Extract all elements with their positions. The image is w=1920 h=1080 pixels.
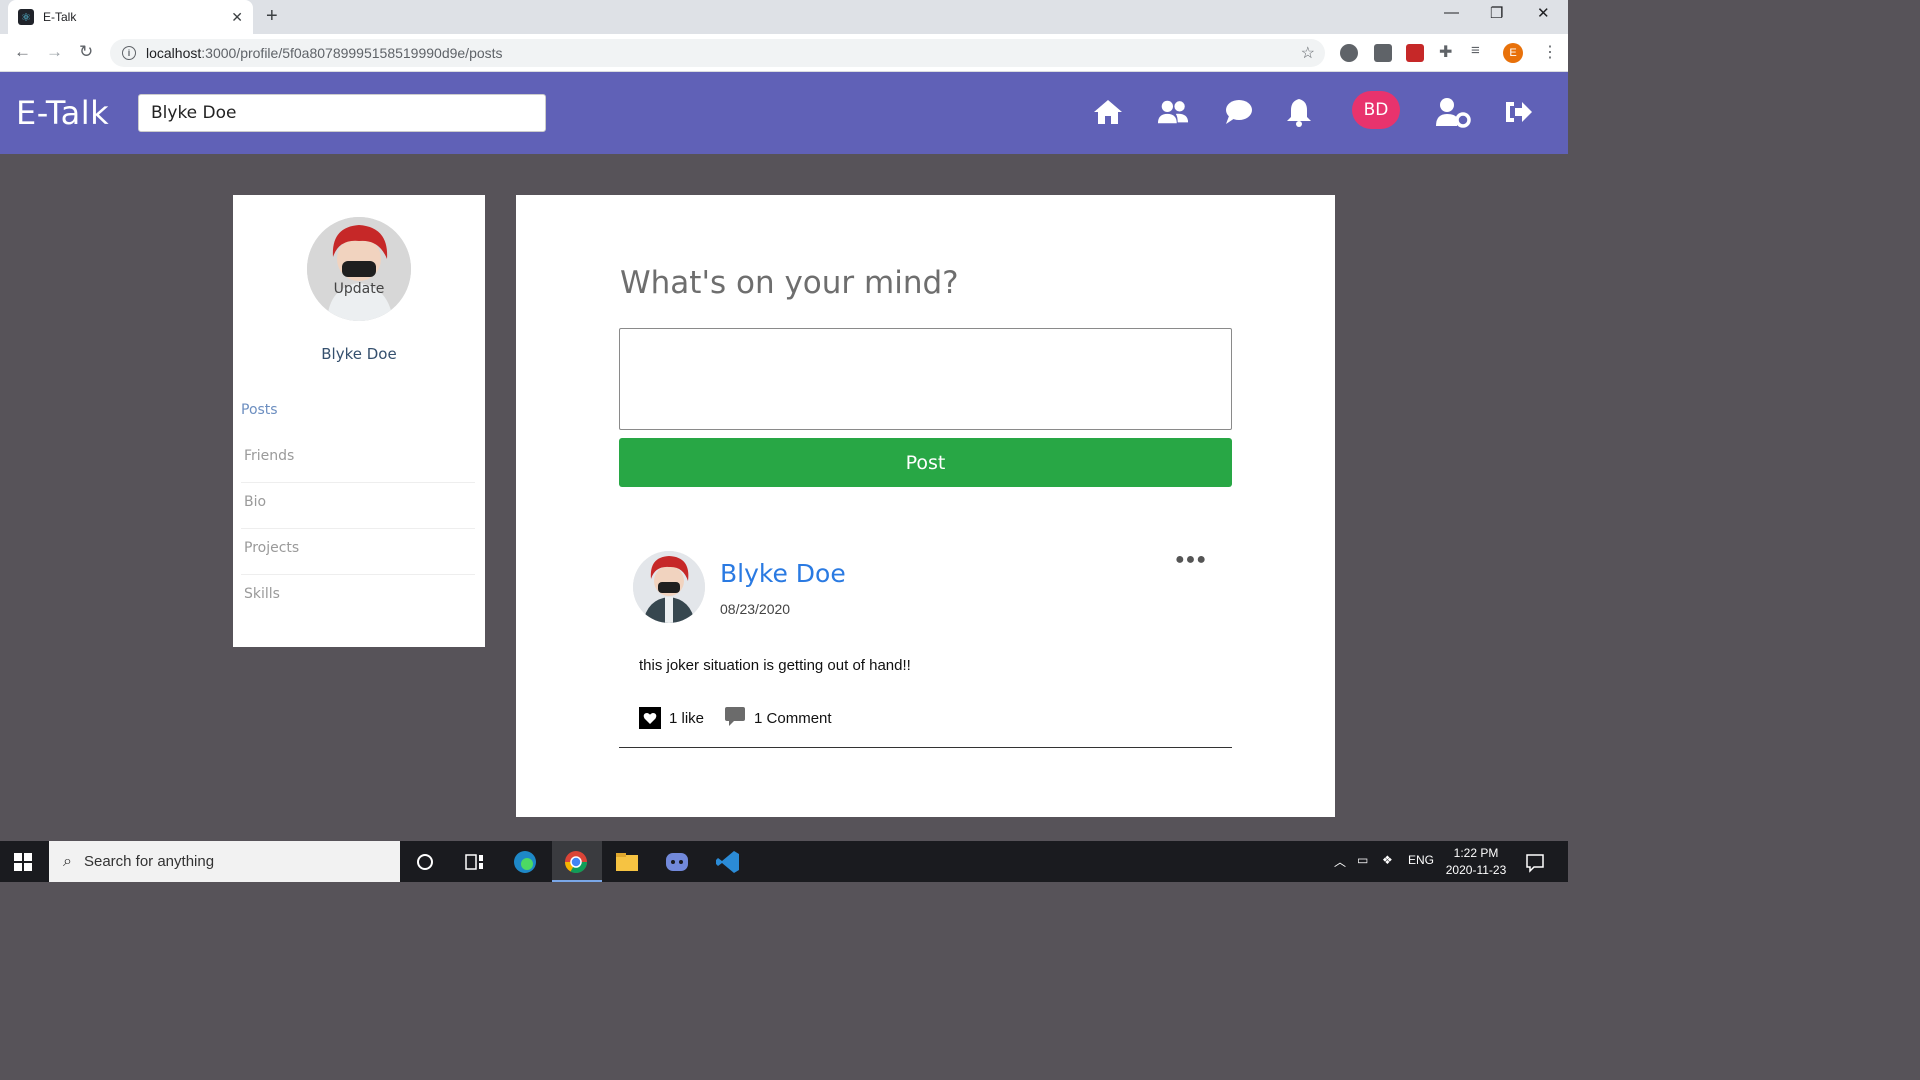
composer-title: What's on your mind? [620, 265, 959, 301]
browser-tabbar: ⚛ E-Talk ✕ + — ❐ ✕ [0, 0, 1568, 34]
post-author-avatar[interactable] [633, 551, 705, 623]
post-avatar-image [633, 551, 705, 623]
clock-time: 1:22 PM [1453, 846, 1499, 860]
taskbar-search-placeholder: Search for anything [83, 853, 215, 870]
taskbar-search[interactable]: ⌕ Search for anything [49, 841, 400, 882]
vscode-icon[interactable] [715, 849, 741, 875]
likes-count[interactable]: 1 like [669, 710, 704, 727]
url-text: localhost:3000/profile/5f0a8078999515851… [146, 45, 503, 61]
bell-icon[interactable] [1283, 96, 1315, 128]
post-body: this joker situation is getting out of h… [639, 657, 911, 674]
friends-icon[interactable] [1157, 96, 1189, 128]
post-actions: 1 like 1 Comment [639, 705, 832, 731]
battery-icon[interactable]: ▭ [1357, 853, 1368, 867]
windows-start-icon[interactable] [14, 853, 32, 871]
discord-icon[interactable] [664, 849, 690, 875]
windows-taskbar: ⌕ Search for anything ︿ ▭ ❖ ENG 1:22 PM … [0, 841, 1568, 882]
sidebar-item-posts[interactable]: Posts [241, 391, 475, 437]
task-view-icon[interactable] [462, 849, 488, 875]
profile-name: Blyke Doe [321, 345, 397, 363]
sidebar-item-friends[interactable]: Friends [241, 437, 475, 483]
react-favicon-icon: ⚛ [18, 9, 34, 25]
post-options-icon[interactable]: ●●● [1175, 551, 1207, 569]
comment-icon[interactable] [724, 705, 746, 731]
forward-icon[interactable]: → [46, 42, 63, 62]
home-icon[interactable] [1092, 96, 1124, 128]
extension-shield-icon[interactable] [1340, 44, 1358, 62]
close-window-icon[interactable]: ✕ [1537, 4, 1550, 22]
post-author-name[interactable]: Blyke Doe [720, 559, 846, 588]
minimize-icon[interactable]: — [1444, 4, 1459, 21]
new-tab-icon[interactable]: + [266, 5, 278, 28]
taskbar-clock[interactable]: 1:22 PM 2020-11-23 [1440, 845, 1512, 879]
posts-panel: What's on your mind? Post Blyke Doe 08/2… [516, 195, 1335, 817]
profile-picture-image [307, 217, 411, 321]
update-photo-label[interactable]: Update [233, 281, 485, 297]
logout-icon[interactable] [1502, 96, 1534, 128]
chrome-icon[interactable] [563, 849, 589, 875]
dropbox-icon[interactable]: ❖ [1382, 853, 1393, 867]
notifications-icon[interactable] [1522, 849, 1548, 875]
profile-nav: Posts Friends Bio Projects Skills [241, 391, 475, 621]
comments-count[interactable]: 1 Comment [754, 710, 832, 727]
browser-profile-avatar[interactable]: E [1503, 43, 1523, 63]
search-input[interactable] [138, 94, 546, 132]
app-header: E-Talk BD [0, 72, 1568, 154]
reading-list-icon[interactable]: ≡ [1471, 42, 1489, 60]
post-date: 08/23/2020 [720, 601, 791, 617]
browser-menu-icon[interactable]: ⋮ [1542, 42, 1558, 62]
language-indicator[interactable]: ENG [1408, 853, 1434, 867]
brand-logo[interactable]: E-Talk [16, 94, 109, 132]
profile-sidebar: Update Blyke Doe Posts Friends Bio Proje… [233, 195, 485, 647]
user-settings-icon[interactable] [1435, 96, 1471, 128]
tab-title: E-Talk [43, 10, 77, 24]
close-tab-icon[interactable]: ✕ [231, 9, 243, 26]
post-button[interactable]: Post [619, 438, 1232, 487]
profile-picture[interactable] [307, 217, 411, 321]
chat-icon[interactable] [1223, 96, 1255, 128]
sidebar-item-skills[interactable]: Skills [241, 575, 475, 621]
url-host: localhost [146, 45, 202, 61]
address-bar[interactable]: i localhost:3000/profile/5f0a80789995158… [110, 39, 1325, 67]
restore-icon[interactable]: ❐ [1490, 4, 1503, 22]
clock-date: 2020-11-23 [1445, 863, 1507, 877]
user-avatar-badge[interactable]: BD [1352, 91, 1400, 129]
sidebar-item-bio[interactable]: Bio [241, 483, 475, 529]
post-textarea[interactable] [619, 328, 1232, 430]
post-card: Blyke Doe 08/23/2020 ●●● this joker situ… [619, 545, 1232, 748]
search-icon: ⌕ [63, 852, 72, 870]
extensions-puzzle-icon[interactable]: ✚ [1439, 42, 1457, 61]
browser-tab[interactable]: ⚛ E-Talk ✕ [8, 0, 253, 34]
tray-chevron-icon[interactable]: ︿ [1334, 853, 1346, 870]
file-explorer-icon[interactable] [614, 849, 640, 875]
info-icon[interactable]: i [122, 46, 136, 60]
edge-icon[interactable] [512, 849, 538, 875]
reload-icon[interactable]: ↻ [79, 42, 93, 62]
extension-red-icon[interactable] [1406, 44, 1424, 62]
browser-toolbar: ← → ↻ i localhost:3000/profile/5f0a80789… [0, 34, 1568, 72]
extension-facebook-icon[interactable] [1374, 44, 1392, 62]
bookmark-star-icon[interactable]: ☆ [1301, 43, 1315, 63]
back-icon[interactable]: ← [14, 42, 31, 62]
url-path: :3000/profile/5f0a80789995158519990d9e/p… [201, 45, 503, 61]
sidebar-item-projects[interactable]: Projects [241, 529, 475, 575]
cortana-icon[interactable] [412, 849, 438, 875]
heart-icon[interactable] [639, 707, 661, 729]
